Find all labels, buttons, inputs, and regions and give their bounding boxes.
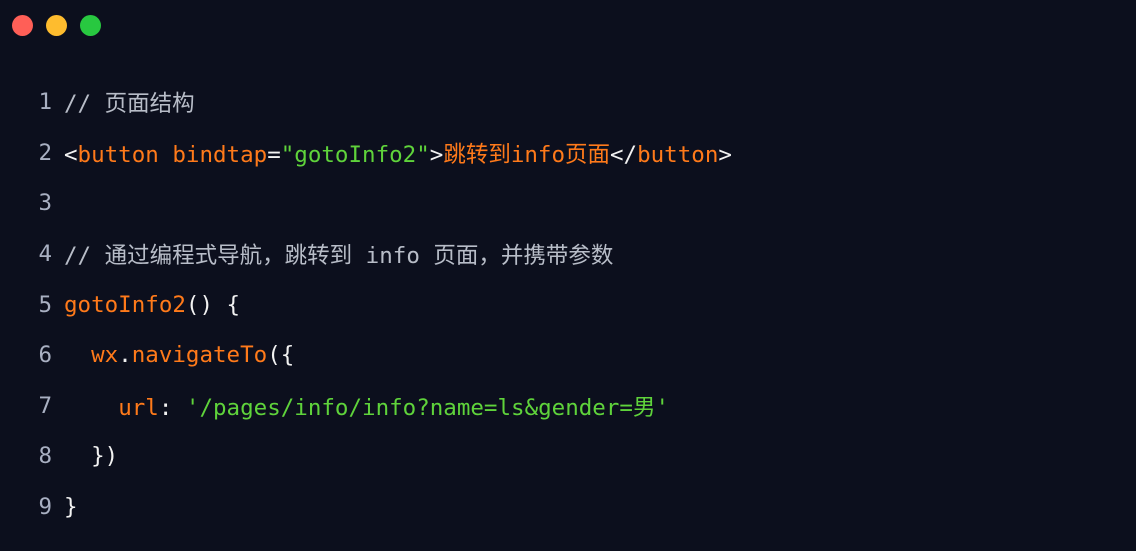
- line-content: gotoInfo2() {: [64, 292, 240, 318]
- code-line: 5 gotoInfo2() {: [0, 279, 1136, 330]
- code-block: 1 // 页面结构 2 <button bindtap="gotoInfo2">…: [0, 77, 1136, 532]
- window-controls: [12, 15, 101, 36]
- string-token: "gotoInfo2": [280, 141, 430, 168]
- punct-token: >: [429, 141, 444, 168]
- punct-token: <: [64, 141, 78, 168]
- indent-token: [64, 395, 118, 421]
- attr-token: bindtap: [172, 141, 268, 168]
- string-token: '/pages/info/info?name=ls&gender=男': [185, 394, 669, 421]
- code-line: 1 // 页面结构: [0, 77, 1136, 128]
- line-number: 3: [38, 190, 52, 217]
- close-button[interactable]: [12, 15, 33, 36]
- punct-token: ({: [267, 342, 295, 369]
- code-line: 6 wx.navigateTo({: [0, 330, 1136, 381]
- code-line: 3: [0, 178, 1136, 229]
- line-number: 2: [38, 139, 52, 166]
- punct-token: =: [267, 141, 281, 168]
- indent-token: [64, 342, 91, 368]
- line-content: }: [64, 494, 78, 520]
- punct-token: () {: [185, 291, 241, 318]
- tag-token: button: [77, 141, 159, 168]
- line-content: }): [64, 443, 118, 469]
- line-number: 8: [38, 443, 52, 470]
- line-content: // 页面结构: [64, 86, 195, 118]
- line-number: 6: [38, 342, 52, 369]
- line-content: <button bindtap="gotoInfo2">跳转到info页面</b…: [64, 137, 732, 169]
- tag-token: button: [637, 141, 719, 168]
- line-number: 9: [38, 494, 52, 521]
- punct-token: </: [610, 141, 638, 168]
- minimize-button[interactable]: [46, 15, 67, 36]
- code-line: 9 }: [0, 482, 1136, 533]
- function-token: gotoInfo2: [64, 291, 186, 318]
- line-number: 4: [38, 241, 52, 268]
- code-line: 4 // 通过编程式导航，跳转到 info 页面，并携带参数: [0, 229, 1136, 280]
- code-line: 8 }): [0, 431, 1136, 482]
- punct-token: }: [64, 494, 78, 521]
- property-token: url: [118, 394, 159, 421]
- punct-token: >: [718, 141, 732, 168]
- comment-token: // 通过编程式导航，跳转到 info 页面，并携带参数: [64, 243, 614, 270]
- line-number: 7: [38, 392, 52, 419]
- line-content: // 通过编程式导航，跳转到 info 页面，并携带参数: [64, 238, 613, 270]
- line-content: wx.navigateTo({: [64, 342, 294, 368]
- line-number: 1: [38, 89, 52, 116]
- code-line: 7 url: '/pages/info/info?name=ls&gender=…: [0, 381, 1136, 432]
- code-line: 2 <button bindtap="gotoInfo2">跳转到info页面<…: [0, 128, 1136, 179]
- punct-token: }): [64, 443, 119, 470]
- maximize-button[interactable]: [80, 15, 101, 36]
- punct-token: :: [158, 394, 186, 421]
- text-token: 跳转到info页面: [443, 141, 610, 168]
- object-token: wx: [91, 342, 119, 369]
- comment-token: // 页面结构: [64, 91, 195, 118]
- method-token: navigateTo: [131, 342, 268, 369]
- line-number: 5: [38, 291, 52, 318]
- line-content: url: '/pages/info/info?name=ls&gender=男': [64, 390, 669, 422]
- punct-token: .: [118, 342, 132, 369]
- code-window: 1 // 页面结构 2 <button bindtap="gotoInfo2">…: [0, 0, 1136, 551]
